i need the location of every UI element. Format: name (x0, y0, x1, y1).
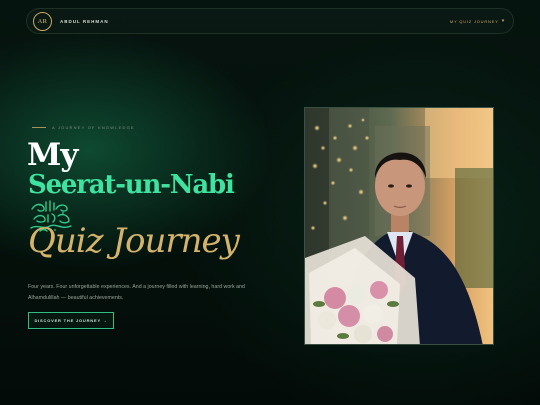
hero-description: Four years. Four unforgettable experienc… (28, 284, 245, 301)
eyebrow-divider (32, 127, 46, 128)
portrait-illustration (305, 108, 493, 344)
top-navbar: AR ABDUL REHMAN MY QUIZ JOURNEY ▾ (26, 8, 514, 34)
hero-title-line2: Seerat-un-Nabi (28, 170, 235, 200)
hero-title-line3: Quiz Journey (28, 221, 240, 261)
nav-link-label: MY QUIZ JOURNEY (449, 18, 499, 24)
hero-eyebrow: A JOURNEY OF KNOWLEDGE (32, 125, 135, 130)
eyebrow-text: A JOURNEY OF KNOWLEDGE (52, 125, 135, 130)
hero-title-line1: My (27, 137, 78, 173)
discover-journey-button[interactable]: DISCOVER THE JOURNEY → (28, 312, 114, 329)
brand[interactable]: AR ABDUL REHMAN (33, 11, 109, 31)
brand-logo[interactable]: AR (33, 11, 52, 31)
brand-name[interactable]: ABDUL REHMAN (60, 19, 109, 24)
chevron-down-icon: ▾ (501, 18, 505, 24)
portrait-photo (304, 107, 494, 345)
quiz-journey-menu[interactable]: MY QUIZ JOURNEY ▾ (450, 18, 505, 24)
